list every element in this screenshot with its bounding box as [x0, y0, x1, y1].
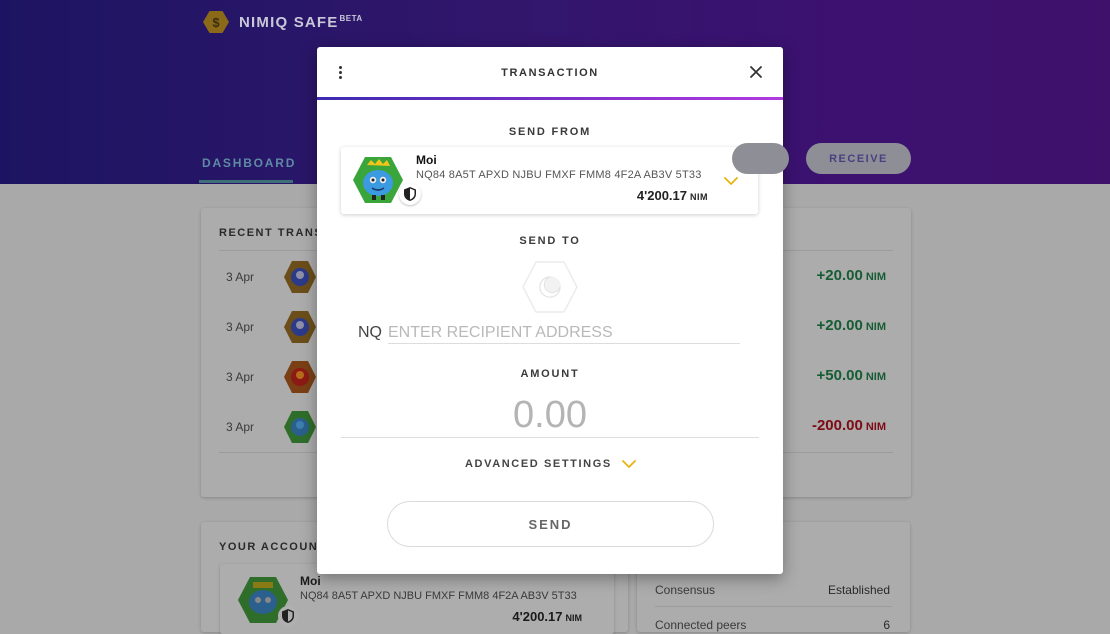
- chevron-down-icon[interactable]: [724, 177, 738, 186]
- consensus-value: Established: [827, 583, 890, 597]
- close-icon[interactable]: [746, 62, 766, 82]
- transaction-amount: +20.00 NIM: [816, 267, 886, 284]
- nimiq-hexagon-icon: $: [203, 11, 229, 33]
- chevron-down-icon: [621, 459, 636, 468]
- send-to-label: SEND TO: [519, 235, 581, 247]
- amount-label: AMOUNT: [520, 368, 580, 380]
- transaction-modal: TRANSACTION SEND FROM Moi NQ84 8A5T APXD…: [317, 47, 783, 574]
- receive-button[interactable]: RECEIVE: [806, 143, 911, 174]
- sender-account-name: Moi: [416, 153, 437, 167]
- divider: [655, 606, 892, 607]
- transaction-date: 3 Apr: [226, 420, 255, 434]
- active-tab-indicator: [199, 180, 293, 183]
- amount-input[interactable]: 0.00: [317, 394, 783, 437]
- svg-text:$: $: [212, 15, 220, 30]
- recipient-address-input[interactable]: [388, 323, 740, 344]
- app-name: NIMIQ SAFEBETA: [239, 13, 363, 31]
- transaction-amount: +50.00 NIM: [816, 367, 886, 384]
- transaction-date: 3 Apr: [226, 270, 255, 284]
- account-address: NQ84 8A5T APXD NJBU FMXF FMM8 4F2A AB3V …: [300, 590, 577, 602]
- account-balance: 4'200.17 NIM: [512, 609, 582, 624]
- transaction-amount: +20.00 NIM: [816, 317, 886, 334]
- identicon-avatar: [284, 311, 316, 343]
- beta-badge: BETA: [339, 13, 363, 23]
- recipient-address-field: NQ: [358, 323, 740, 345]
- advanced-settings-toggle[interactable]: ADVANCED SETTINGS: [465, 458, 636, 470]
- account-name: Moi: [300, 574, 321, 588]
- identicon-avatar: [284, 261, 316, 293]
- send-from-label: SEND FROM: [508, 126, 592, 138]
- shield-icon: [399, 183, 421, 205]
- recipient-identicon-placeholder-icon: [522, 261, 578, 313]
- recent-transactions-title: RECENT TRANS: [219, 227, 324, 239]
- amount-underline: [341, 437, 759, 438]
- tab-dashboard[interactable]: DASHBOARD: [202, 156, 296, 170]
- identicon-avatar: [353, 157, 403, 203]
- send-button[interactable]: SEND: [387, 501, 714, 547]
- identicon-avatar: [284, 411, 316, 443]
- advanced-settings-label: ADVANCED SETTINGS: [465, 458, 612, 470]
- your-accounts-title: YOUR ACCOUN: [219, 541, 319, 553]
- peers-value: 6: [883, 618, 890, 632]
- shield-icon: [278, 606, 298, 626]
- transaction-date: 3 Apr: [226, 370, 255, 384]
- modal-header: TRANSACTION: [317, 47, 783, 97]
- app-logo[interactable]: $ NIMIQ SAFEBETA: [203, 10, 363, 34]
- peers-label: Connected peers: [655, 618, 747, 632]
- transaction-amount: -200.00 NIM: [811, 417, 886, 434]
- sender-account-select[interactable]: Moi NQ84 8A5T APXD NJBU FMXF FMM8 4F2A A…: [341, 147, 758, 214]
- consensus-label: Consensus: [655, 583, 716, 597]
- address-prefix: NQ: [358, 324, 382, 341]
- sender-account-address: NQ84 8A5T APXD NJBU FMXF FMM8 4F2A AB3V …: [416, 169, 702, 181]
- send-nav-button[interactable]: [732, 143, 789, 174]
- modal-title: TRANSACTION: [501, 67, 599, 79]
- identicon-avatar: [284, 361, 316, 393]
- modal-accent-bar: [317, 97, 783, 100]
- sender-account-balance: 4'200.17 NIM: [636, 188, 708, 203]
- transaction-date: 3 Apr: [226, 320, 255, 334]
